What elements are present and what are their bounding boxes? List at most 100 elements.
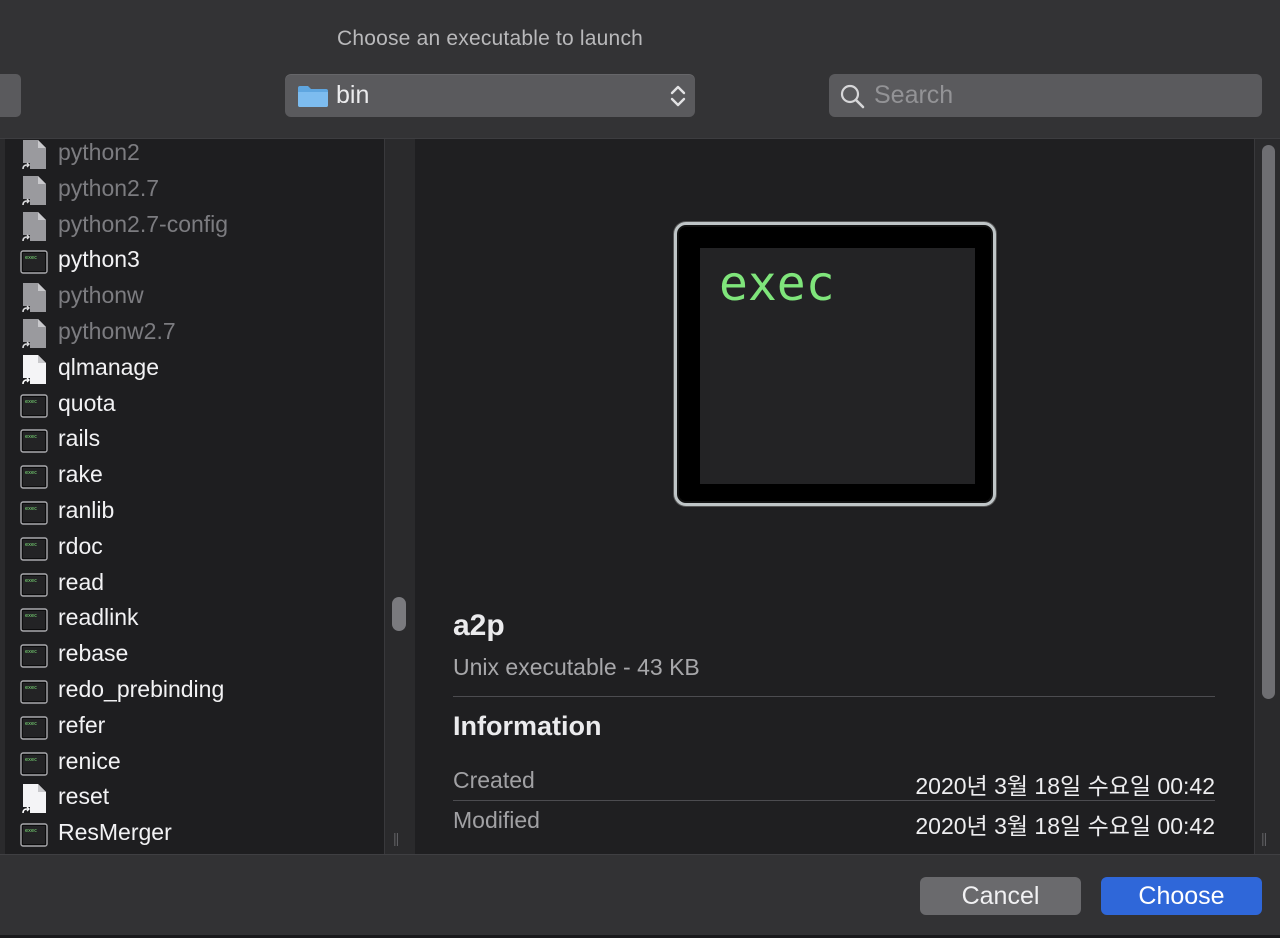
file-list-item[interactable]: pythonw (5, 279, 385, 315)
document-file-icon (20, 354, 48, 385)
alias-file-icon (20, 175, 48, 206)
svg-text:exec: exec (25, 506, 37, 512)
unix-executable-icon: exec (20, 390, 48, 421)
file-name: renice (58, 747, 121, 774)
info-row-created: Created 2020년 3월 18일 수요일 00:42 (453, 763, 1215, 799)
file-list-item[interactable]: python2.7 (5, 172, 385, 208)
location-popup[interactable]: bin (285, 74, 695, 117)
info-key: Created (453, 767, 535, 793)
file-name: python2 (58, 139, 140, 165)
svg-text:exec: exec (25, 685, 37, 691)
file-name: rdoc (58, 532, 103, 559)
svg-text:exec: exec (25, 613, 37, 619)
file-name: reset (58, 783, 110, 810)
file-name: read (58, 568, 105, 595)
info-value: 2020년 3월 18일 수요일 00:42 (915, 773, 1215, 799)
column-resize-handle[interactable]: || (393, 830, 399, 846)
file-list-item[interactable]: exec rdoc (5, 530, 385, 566)
file-list-item[interactable]: exec ranlib (5, 494, 385, 530)
file-name: refer (58, 711, 106, 738)
unix-executable-icon: exec (20, 676, 48, 707)
dialog-footer: Cancel Choose (0, 854, 1280, 938)
preview-file-kind: Unix executable - 43 KB (453, 654, 700, 680)
column-scrollbar[interactable]: || (384, 139, 416, 854)
dialog-header: Choose an executable to launch bin (0, 0, 1280, 138)
file-name: pythonw2.7 (58, 318, 176, 344)
file-list-item[interactable]: exec python3 (5, 243, 385, 279)
unix-executable-icon: exec (20, 461, 48, 492)
file-list-item[interactable]: exec quota (5, 387, 385, 423)
open-dialog: Choose an executable to launch bin pytho… (0, 0, 1280, 938)
file-name: ranlib (58, 497, 115, 523)
file-name: quota (58, 389, 116, 416)
document-file-icon (20, 783, 48, 815)
unix-executable-icon: exec (20, 533, 48, 564)
file-list-item[interactable]: python2 (5, 139, 385, 172)
svg-text:exec: exec (25, 757, 37, 763)
file-list-item[interactable]: exec rebase (5, 637, 385, 673)
choose-button[interactable]: Choose (1101, 877, 1262, 915)
file-list-item[interactable]: pythonw2.7 (5, 315, 385, 351)
file-list-item[interactable]: exec rails (5, 422, 385, 458)
unix-executable-icon: exec (20, 497, 48, 528)
file-list-item[interactable]: exec redo_prebinding (5, 673, 385, 709)
svg-text:exec: exec (25, 578, 37, 584)
alias-file-icon (20, 318, 48, 349)
search-input[interactable] (874, 74, 1254, 117)
svg-text:exec: exec (25, 255, 37, 261)
divider (453, 800, 1215, 801)
file-name: rebase (58, 640, 129, 667)
file-list-item[interactable]: python2.7-config (5, 208, 385, 244)
file-list-item[interactable]: exec renice (5, 745, 385, 781)
file-name: rake (58, 461, 103, 488)
file-name: redo_prebinding (58, 676, 225, 702)
file-name: rails (58, 425, 101, 452)
search-field[interactable] (829, 74, 1262, 117)
svg-text:exec: exec (25, 828, 37, 834)
preview-scroll-thumb[interactable] (1262, 145, 1275, 699)
file-list-item[interactable]: exec rake (5, 458, 385, 494)
file-list-item[interactable]: reset (5, 780, 385, 816)
info-key: Modified (453, 807, 540, 833)
file-name: ResMerger (58, 819, 172, 846)
unix-executable-icon: exec (20, 712, 48, 743)
unix-executable-icon: exec (20, 748, 48, 779)
preview-scrollbar[interactable]: || (1254, 139, 1280, 854)
file-name: qlmanage (58, 353, 160, 380)
file-list-item[interactable]: exec read (5, 566, 385, 602)
file-list-item[interactable]: exec refer (5, 709, 385, 745)
file-column[interactable]: python2 python2.7 python2.7-config exec pyth… (0, 139, 389, 854)
back-button[interactable] (0, 74, 21, 117)
location-label: bin (336, 81, 370, 109)
preview-resize-handle[interactable]: || (1261, 830, 1267, 846)
svg-text:exec: exec (25, 470, 37, 476)
file-list-item[interactable]: qlmanage (5, 351, 385, 387)
svg-text:exec: exec (25, 434, 37, 440)
cancel-button[interactable]: Cancel (920, 877, 1081, 915)
folder-icon (298, 86, 328, 107)
preview-pane: exec a2p Unix executable - 43 KB Informa… (415, 139, 1253, 854)
unix-executable-icon: exec (20, 569, 48, 600)
info-heading: Information (453, 711, 602, 741)
file-list-item[interactable]: exec ResMerger (5, 816, 385, 852)
unix-executable-icon: exec (20, 819, 48, 850)
file-name: python2.7 (58, 174, 160, 201)
svg-text:exec: exec (25, 649, 37, 655)
dialog-title: Choose an executable to launch (336, 27, 644, 50)
search-icon (840, 84, 865, 109)
browser-body: python2 python2.7 python2.7-config exec pyth… (0, 138, 1280, 854)
exec-icon-label: exec (719, 256, 835, 312)
unix-executable-icon: exec (20, 604, 48, 635)
alias-file-icon (20, 139, 48, 170)
column-scroll-thumb[interactable] (392, 597, 406, 631)
unix-executable-icon: exec (20, 640, 48, 671)
unix-executable-icon: exec (20, 246, 48, 277)
divider (453, 696, 1215, 697)
file-name: python3 (58, 246, 140, 273)
svg-text:exec: exec (25, 399, 37, 405)
unix-executable-icon: exec (20, 425, 48, 456)
file-list-item[interactable]: exec readlink (5, 601, 385, 637)
file-name: python2.7-config (58, 210, 229, 237)
updown-chevron-icon (670, 85, 686, 107)
alias-file-icon (20, 211, 48, 242)
